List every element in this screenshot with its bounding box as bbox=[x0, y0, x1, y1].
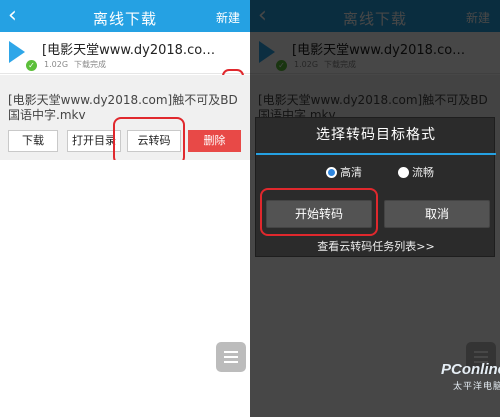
page-title: 离线下载 bbox=[92, 10, 157, 28]
transcode-format-dialog: 选择转码目标格式 高清 流畅 开始转码 取消 查看云转码任务列表>> bbox=[255, 117, 496, 257]
highlight-box bbox=[260, 188, 378, 236]
radio-unselected-icon bbox=[398, 167, 409, 178]
check-icon: ✓ bbox=[26, 60, 37, 71]
highlight-box bbox=[113, 117, 185, 165]
download-list-item[interactable]: ✓ [电影天堂www.dy2018.com... 1.02G下载完成 ︿ bbox=[0, 32, 250, 105]
download-title: [电影天堂www.dy2018.com... bbox=[42, 43, 220, 58]
play-icon bbox=[9, 41, 25, 63]
top-bar: ‹ 离线下载 新建 bbox=[0, 0, 250, 32]
download-button[interactable]: 下载 bbox=[8, 130, 58, 152]
dialog-title: 选择转码目标格式 bbox=[316, 127, 436, 143]
transcode-dialog-screen: ‹ 离线下载 新建 ✓ [电影天堂www.dy2018.com... 1.02G… bbox=[250, 0, 500, 417]
download-status: 下载完成 bbox=[74, 60, 107, 69]
offline-download-screen: ‹ 离线下载 新建 ✓ [电影天堂www.dy2018.com... 1.02G… bbox=[0, 0, 250, 417]
radio-selected-icon bbox=[326, 167, 337, 178]
download-meta: 1.02G 下载完成 bbox=[44, 59, 106, 70]
transcode-task-list-link[interactable]: 查看云转码任务列表>> bbox=[256, 238, 496, 254]
cancel-button[interactable]: 取消 bbox=[384, 200, 490, 228]
menu-icon[interactable] bbox=[216, 342, 246, 372]
option-hd-label: 高清 bbox=[340, 166, 362, 179]
option-smooth-label: 流畅 bbox=[412, 166, 434, 179]
delete-button[interactable]: 删除 bbox=[188, 130, 241, 152]
new-button[interactable]: 新建 bbox=[216, 9, 240, 26]
watermark-brand: PConline bbox=[441, 361, 500, 378]
watermark-subtitle: 太平洋电脑网 bbox=[453, 382, 500, 392]
download-size: 1.02G bbox=[44, 60, 69, 69]
watermark-logo: PConline 太平洋电脑网 bbox=[441, 361, 500, 401]
empty-area bbox=[0, 160, 250, 417]
dialog-divider bbox=[256, 153, 496, 155]
